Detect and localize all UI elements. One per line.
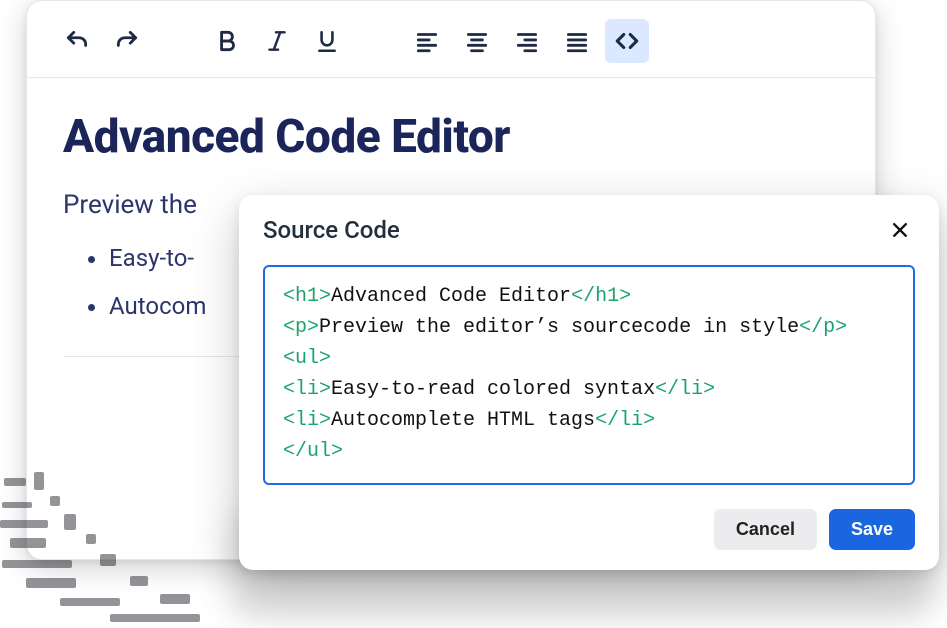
underline-button[interactable] <box>305 19 349 63</box>
source-code-button[interactable] <box>605 19 649 63</box>
italic-icon <box>264 28 290 54</box>
align-center-button[interactable] <box>455 19 499 63</box>
code-icon <box>614 28 640 54</box>
content-heading: Advanced Code Editor <box>63 110 839 164</box>
undo-button[interactable] <box>55 19 99 63</box>
modal-footer: Cancel Save <box>263 509 915 550</box>
cancel-button[interactable]: Cancel <box>714 509 817 550</box>
format-group <box>205 19 349 63</box>
align-center-icon <box>464 28 490 54</box>
modal-title: Source Code <box>263 216 400 244</box>
align-justify-button[interactable] <box>555 19 599 63</box>
redo-button[interactable] <box>105 19 149 63</box>
undo-icon <box>64 28 90 54</box>
italic-button[interactable] <box>255 19 299 63</box>
underline-icon <box>314 28 340 54</box>
align-right-button[interactable] <box>505 19 549 63</box>
source-code-textarea[interactable]: <h1>Advanced Code Editor</h1> <p>Preview… <box>263 265 915 485</box>
source-code-modal: Source Code <h1>Advanced Code Editor</h1… <box>239 195 939 570</box>
align-left-icon <box>414 28 440 54</box>
bold-button[interactable] <box>205 19 249 63</box>
modal-close-button[interactable] <box>885 215 915 245</box>
align-group <box>405 19 649 63</box>
align-justify-icon <box>564 28 590 54</box>
close-icon <box>890 220 910 240</box>
align-left-button[interactable] <box>405 19 449 63</box>
save-button[interactable]: Save <box>829 509 915 550</box>
editor-toolbar <box>27 1 875 78</box>
redo-icon <box>114 28 140 54</box>
modal-header: Source Code <box>263 215 915 245</box>
bold-icon <box>214 28 240 54</box>
history-group <box>55 19 149 63</box>
align-right-icon <box>514 28 540 54</box>
